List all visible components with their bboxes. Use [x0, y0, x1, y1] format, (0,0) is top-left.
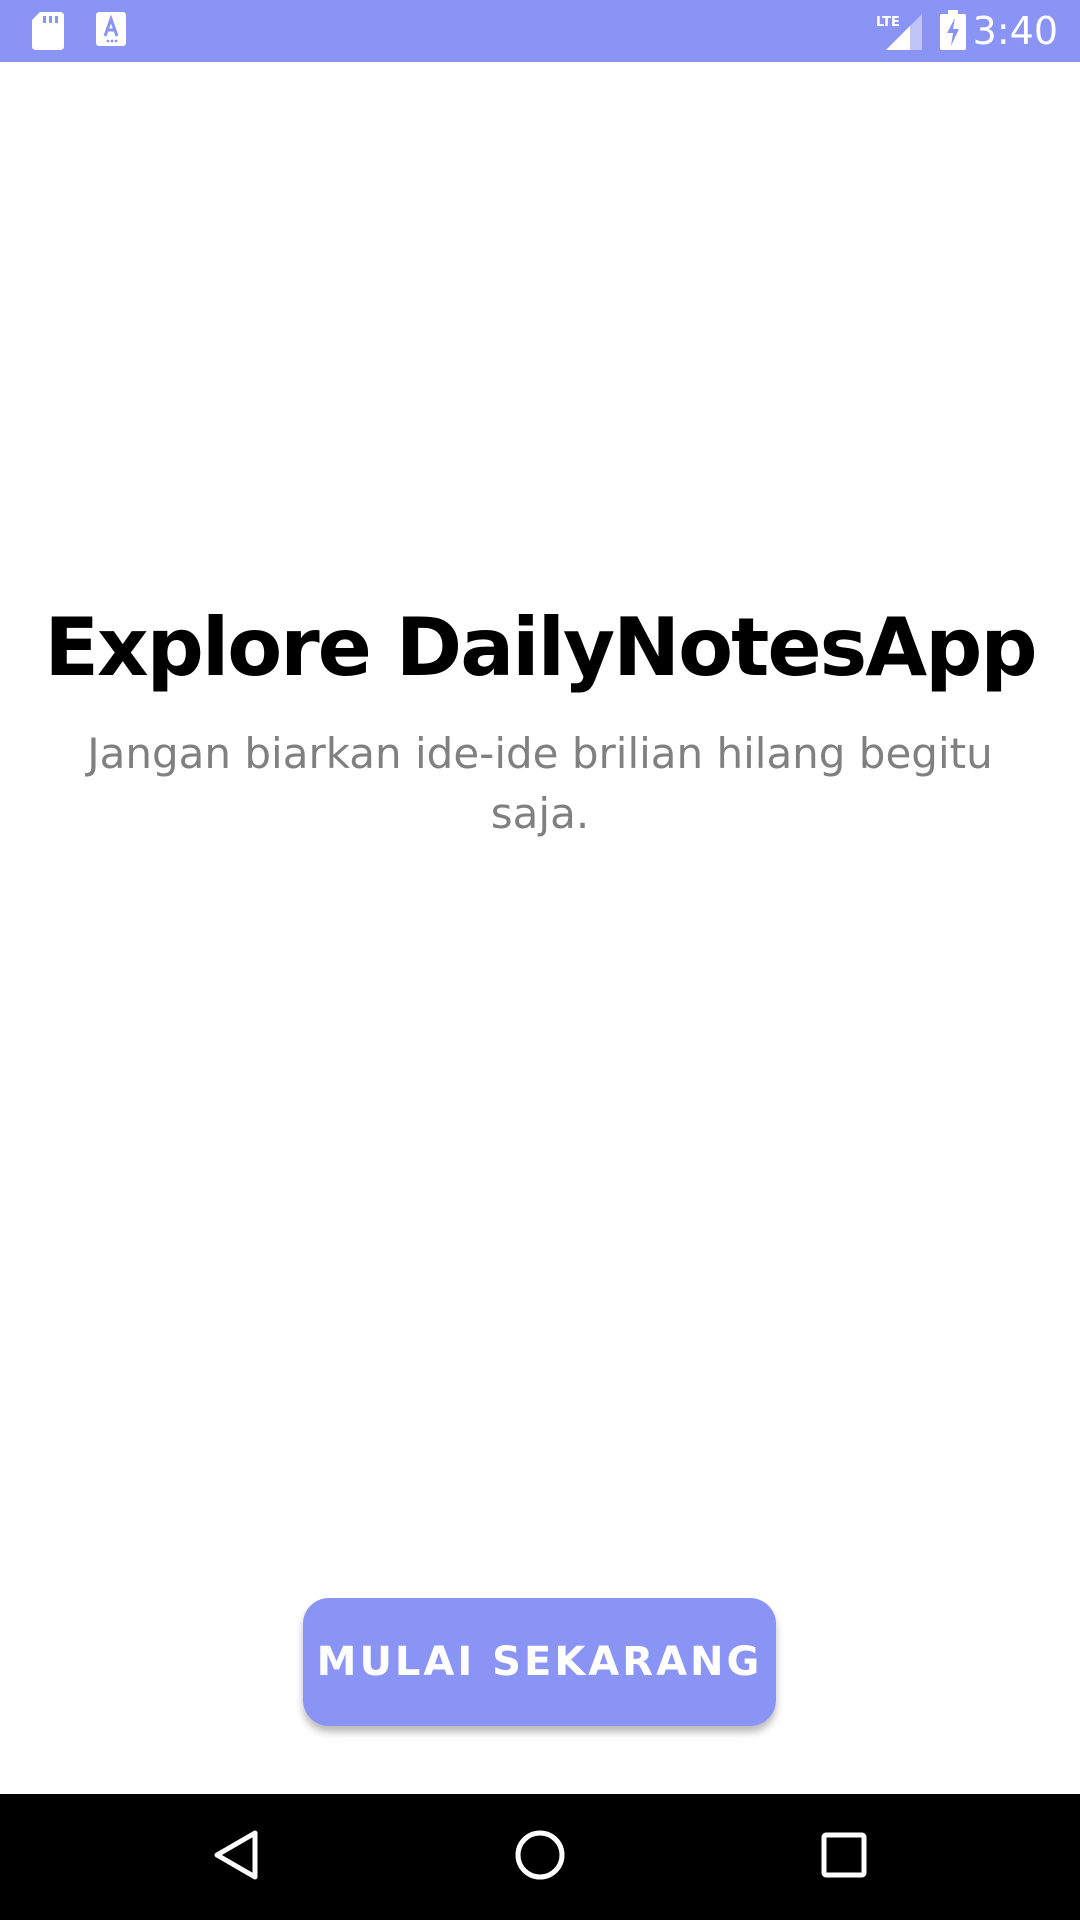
navigation-bar	[0, 1794, 1080, 1920]
start-now-button[interactable]: MULAI SEKARANG	[303, 1598, 776, 1726]
recents-icon	[821, 1832, 867, 1882]
onboarding-subtitle: Jangan biarkan ide-ide brilian hilang be…	[87, 729, 993, 838]
back-icon	[212, 1829, 260, 1885]
svg-text:LTE: LTE	[876, 15, 900, 30]
recents-button[interactable]	[808, 1821, 880, 1893]
lte-signal-icon: LTE	[876, 12, 922, 54]
home-button[interactable]	[504, 1821, 576, 1893]
battery-charging-icon	[940, 10, 966, 54]
status-bar: LTE 3:40	[0, 0, 1080, 62]
start-now-label: MULAI SEKARANG	[316, 1639, 763, 1685]
onboarding-title: Explore DailyNotesApp	[44, 601, 1037, 694]
home-icon	[514, 1829, 566, 1885]
back-button[interactable]	[200, 1821, 272, 1893]
font-a-icon	[96, 12, 126, 50]
sd-card-icon	[32, 12, 64, 54]
status-clock: 3:40	[972, 9, 1058, 53]
